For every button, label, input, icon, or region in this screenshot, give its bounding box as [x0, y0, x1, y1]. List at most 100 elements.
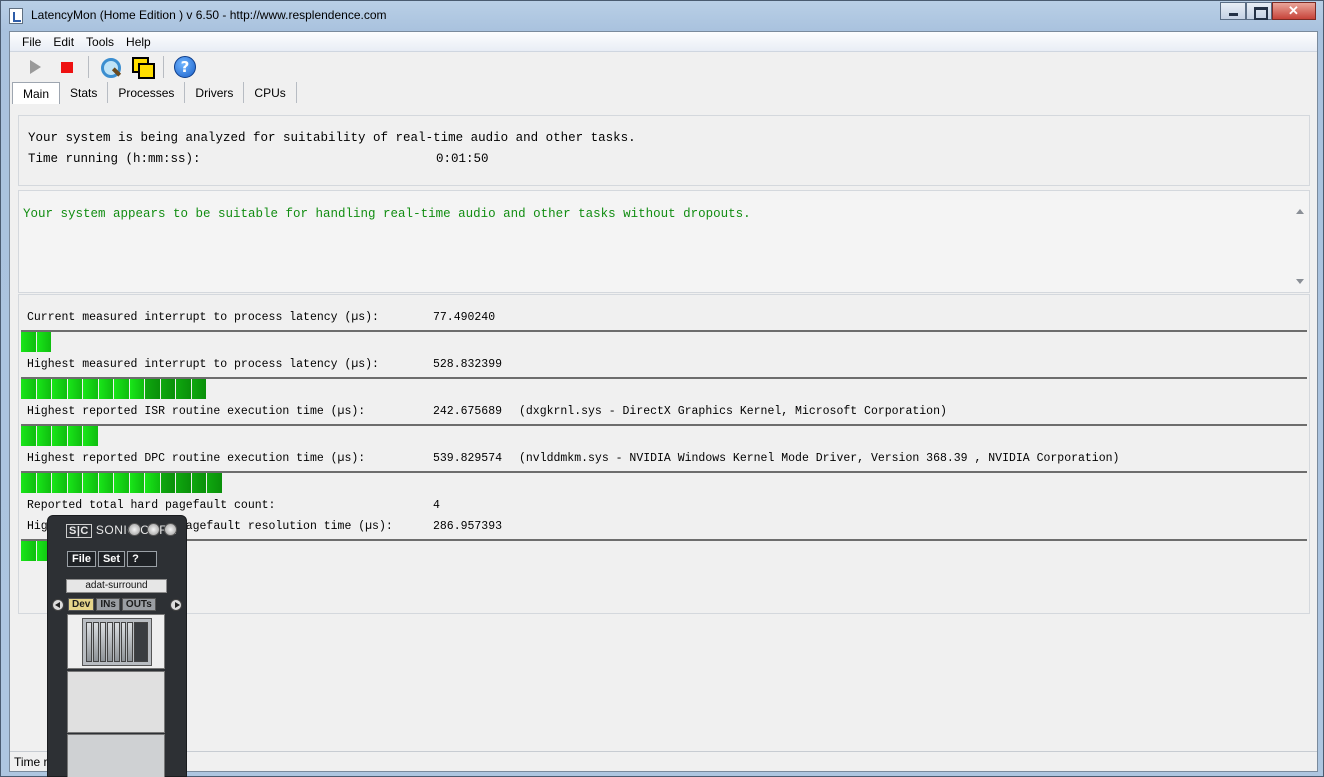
- find-button[interactable]: [97, 54, 123, 80]
- app-window: LatencyMon (Home Edition ) v 6.50 - http…: [0, 0, 1324, 777]
- maximize-button[interactable]: [1246, 2, 1272, 20]
- metric-detail: (dxgkrnl.sys - DirectX Graphics Kernel, …: [519, 405, 947, 418]
- bar-segment: [36, 426, 52, 446]
- menu-edit[interactable]: Edit: [45, 32, 78, 51]
- metric-value: 286.957393: [433, 520, 503, 533]
- windows-button[interactable]: [129, 54, 155, 80]
- soniccore-next-arrow-icon[interactable]: [170, 599, 182, 611]
- metric-value: 242.675689: [433, 405, 503, 418]
- soniccore-help-button[interactable]: ?: [127, 551, 158, 567]
- metric-value: 528.832399: [433, 358, 503, 371]
- title-bar[interactable]: LatencyMon (Home Edition ) v 6.50 - http…: [1, 1, 1323, 31]
- tab-drivers[interactable]: Drivers: [185, 82, 245, 103]
- bar-segment: [52, 426, 68, 446]
- soniccore-minimize-button[interactable]: [128, 523, 141, 536]
- toolbar-separator: [163, 56, 164, 78]
- status-text: Time r: [14, 755, 48, 769]
- bar-segment: [98, 379, 114, 399]
- bar-fill: [21, 473, 223, 493]
- fader-icon: [127, 622, 134, 662]
- close-button[interactable]: [1272, 2, 1316, 20]
- bar-fill: [21, 332, 52, 352]
- soniccore-close-button[interactable]: [164, 523, 177, 536]
- time-running-value: 0:01:50: [436, 152, 489, 166]
- metric-label: Highest measured interrupt to process la…: [27, 358, 379, 371]
- window-controls: [1220, 2, 1316, 20]
- menu-tools[interactable]: Tools: [78, 32, 118, 51]
- windows-icon: [131, 56, 155, 79]
- bar-segment: [83, 426, 99, 446]
- bar-segment: [191, 473, 207, 493]
- fader-icon: [99, 622, 106, 662]
- bar-segment: [36, 473, 52, 493]
- help-button[interactable]: ?: [172, 54, 198, 80]
- soniccore-prev-arrow-icon[interactable]: [52, 599, 64, 611]
- tab-processes[interactable]: Processes: [108, 82, 186, 103]
- bar-segment: [21, 473, 37, 493]
- bar-segment: [176, 473, 192, 493]
- bar-segment: [176, 379, 192, 399]
- menu-help[interactable]: Help: [118, 32, 155, 51]
- app-icon[interactable]: [9, 8, 23, 24]
- window-title: LatencyMon (Home Edition ) v 6.50 - http…: [31, 8, 387, 22]
- stop-icon: [61, 61, 73, 73]
- analysis-panel: Your system is being analyzed for suitab…: [18, 115, 1310, 186]
- play-icon: [29, 60, 41, 74]
- status-bar: Time r: [10, 751, 1317, 771]
- bar-segment: [21, 541, 37, 561]
- fader-icon: [106, 622, 113, 662]
- start-button[interactable]: [22, 54, 48, 80]
- bar-segment: [67, 473, 83, 493]
- soniccore-set-button[interactable]: Set: [97, 551, 126, 567]
- soniccore-tab-dev[interactable]: Dev: [68, 598, 95, 611]
- soniccore-lower-pane: [67, 734, 165, 777]
- menu-bar: File Edit Tools Help: [10, 32, 1317, 52]
- stop-button[interactable]: [54, 54, 80, 80]
- metric-label: Reported total hard pagefault count:: [27, 499, 276, 512]
- mixer-device-icon: [82, 618, 152, 666]
- bar-segment: [145, 379, 161, 399]
- pagefault-bar: [21, 539, 1307, 561]
- bar-segment: [21, 426, 37, 446]
- bar-segment: [67, 426, 83, 446]
- bar-segment: [36, 332, 52, 352]
- client-area: File Edit Tools Help ? Main Stats Proces…: [9, 31, 1318, 772]
- soniccore-logo: S|C: [66, 524, 92, 538]
- bar-segment: [145, 473, 161, 493]
- bar-segment: [129, 379, 145, 399]
- scroll-down-arrow[interactable]: [1296, 279, 1304, 284]
- metric-label: Current measured interrupt to process la…: [27, 311, 379, 324]
- bar-segment: [52, 473, 68, 493]
- fader-icon: [113, 622, 120, 662]
- metric-value: 539.829574: [433, 452, 503, 465]
- tab-stats[interactable]: Stats: [60, 82, 109, 103]
- search-icon: [99, 56, 121, 78]
- soniccore-empty-pane: [67, 671, 165, 733]
- fader-icon: [120, 622, 127, 662]
- bar-segment: [52, 379, 68, 399]
- scroll-up-arrow[interactable]: [1296, 209, 1304, 214]
- bar-segment: [21, 332, 37, 352]
- soniccore-settings-button[interactable]: [147, 523, 160, 536]
- verdict-text: Your system appears to be suitable for h…: [23, 207, 751, 221]
- menu-file[interactable]: File: [14, 32, 45, 51]
- soniccore-tab-ins[interactable]: INs: [96, 598, 120, 611]
- tab-cpus[interactable]: CPUs: [244, 82, 297, 103]
- minimize-button[interactable]: [1220, 2, 1246, 20]
- verdict-panel[interactable]: Your system appears to be suitable for h…: [18, 190, 1310, 293]
- soniccore-button-row: File Set ?: [67, 551, 158, 567]
- tab-main[interactable]: Main: [12, 82, 61, 104]
- metric-value: 4: [433, 499, 440, 512]
- metrics-panel: Current measured interrupt to process la…: [18, 294, 1310, 614]
- bar-segment: [160, 473, 176, 493]
- bar-segment: [83, 473, 99, 493]
- soniccore-tab-outs[interactable]: OUTs: [121, 598, 156, 611]
- soniccore-file-button[interactable]: File: [67, 551, 96, 567]
- bar-segment: [21, 379, 37, 399]
- soniccore-device-pane[interactable]: [67, 614, 165, 669]
- bar-segment: [98, 473, 114, 493]
- soniccore-panel[interactable]: S|CSONIC CORE File Set ? adat-surround D…: [47, 515, 187, 777]
- soniccore-header: S|CSONIC CORE: [66, 523, 177, 538]
- soniccore-device-name[interactable]: adat-surround: [66, 579, 167, 593]
- bar-segment: [207, 473, 223, 493]
